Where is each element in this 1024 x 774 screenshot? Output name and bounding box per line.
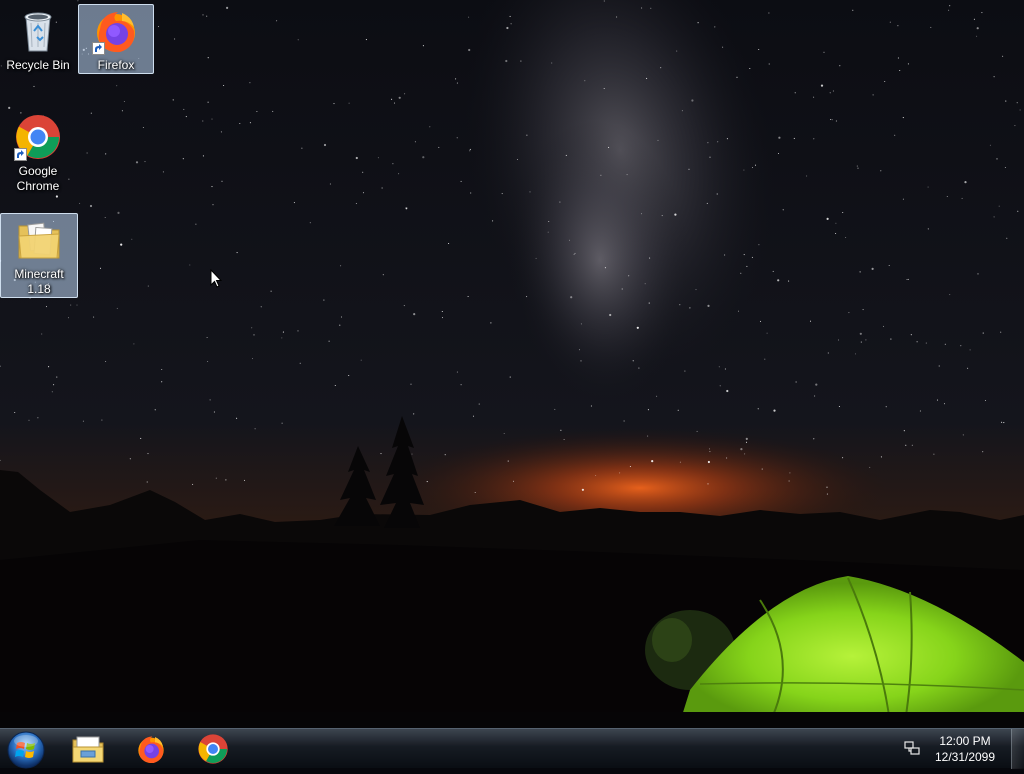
mouse-cursor-icon	[210, 269, 222, 288]
taskbar-file-explorer-button[interactable]	[62, 731, 114, 767]
desktop-icon-label: Google Chrome	[16, 164, 60, 193]
shortcut-arrow-icon	[92, 42, 105, 55]
desktop-icon-label: Firefox	[97, 58, 135, 72]
shortcut-arrow-icon	[14, 148, 27, 161]
network-icon[interactable]	[904, 740, 920, 756]
taskbar-clock[interactable]: 12:00 PM 12/31/2099	[926, 733, 1004, 765]
taskbar: 12:00 PM 12/31/2099	[0, 728, 1024, 771]
windows-start-orb-icon	[7, 731, 45, 769]
firefox-icon	[92, 7, 140, 55]
system-tray: 12:00 PM 12/31/2099	[904, 729, 1024, 769]
show-desktop-button[interactable]	[1011, 729, 1024, 769]
desktop-icon-google-chrome[interactable]: Google Chrome	[0, 110, 76, 195]
file-explorer-icon	[72, 736, 104, 763]
desktop-icon-recycle-bin[interactable]: Recycle Bin	[0, 4, 76, 74]
chrome-icon	[198, 734, 228, 764]
recycle-bin-icon	[14, 7, 62, 55]
taskbar-chrome-button[interactable]	[187, 731, 239, 767]
desktop-icon-minecraft-folder[interactable]: Minecraft 1.18	[0, 213, 78, 298]
folder-icon	[15, 216, 63, 264]
desktop-wallpaper	[0, 0, 1024, 768]
chrome-icon	[14, 113, 62, 161]
start-button[interactable]	[6, 731, 46, 771]
firefox-icon	[138, 736, 164, 764]
clock-time: 12:00 PM	[939, 734, 991, 748]
desktop-icon-firefox[interactable]: Firefox	[78, 4, 154, 74]
clock-date: 12/31/2099	[934, 750, 996, 764]
desktop-icon-label: Recycle Bin	[6, 58, 70, 72]
taskbar-firefox-button[interactable]	[125, 731, 177, 767]
desktop-icon-label: Minecraft 1.18	[14, 267, 64, 296]
